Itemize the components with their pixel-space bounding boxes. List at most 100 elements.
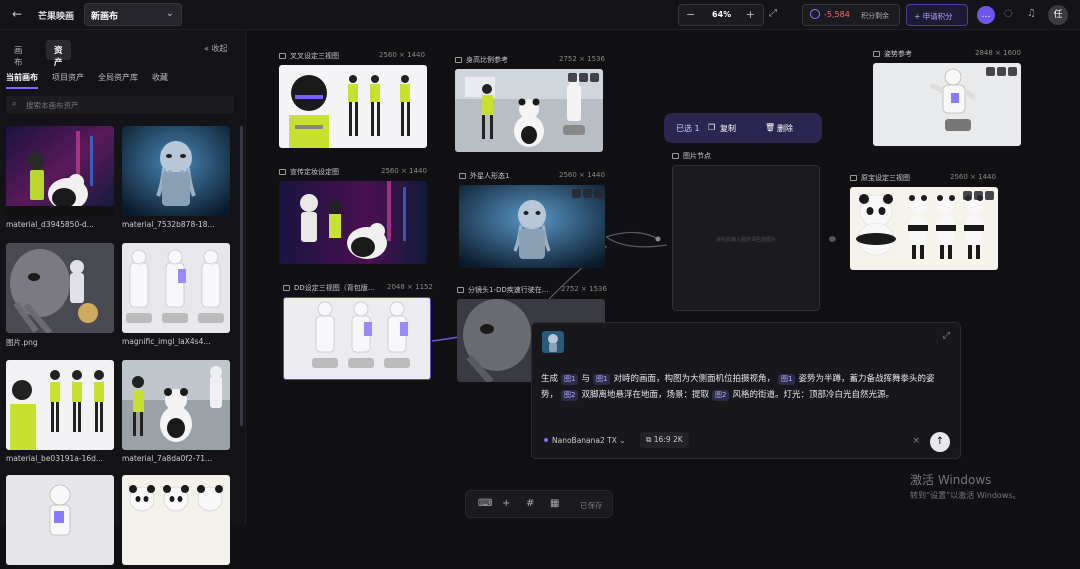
asset-thumbnail: [122, 243, 230, 333]
tab-assets[interactable]: 资产: [46, 40, 71, 68]
connector-dot[interactable]: [829, 236, 835, 242]
top-bar: ← 芒果映画 新画布 ⌄ − 64% + ⤢ -5,584 积分剩余 + 申请积…: [0, 0, 1080, 30]
clear-button[interactable]: ×: [912, 436, 920, 446]
image-icon: [672, 153, 679, 159]
node-dimensions: 2848 × 1600: [975, 49, 1021, 57]
empty-node-hint: 请在此输入提示词生成图片: [715, 237, 776, 243]
zoom-out-button[interactable]: −: [686, 8, 695, 21]
apply-credits-button[interactable]: + 申请积分: [906, 4, 968, 26]
image-node[interactable]: 叉叉设定三视图 2560 × 1440: [279, 51, 427, 155]
node-title: 姿势参考: [873, 49, 912, 61]
copy-button[interactable]: 复制: [720, 123, 736, 134]
sidebar-scrollbar[interactable]: [240, 126, 243, 426]
chevron-down-icon: ⌄: [165, 8, 174, 19]
asset-item[interactable]: [6, 475, 114, 569]
chat-icon[interactable]: …: [977, 6, 995, 24]
asset-item[interactable]: material_7a8da0f2-71...: [122, 360, 230, 463]
prompt-panel: ⤢ 生成 图1 与图1 对峙的画面，构图为大侧面机位拍摄视角， 图1 姿势为半蹲，蓄力备战…: [531, 322, 961, 459]
avatar[interactable]: 任: [1048, 5, 1068, 25]
more-icon[interactable]: [590, 73, 599, 82]
credits-value: -5,584: [824, 10, 850, 19]
more-icon[interactable]: [594, 189, 603, 198]
expand-icon[interactable]: ⤢: [943, 331, 950, 341]
image-icon: [279, 169, 286, 175]
empty-image-node[interactable]: 请在此输入提示词生成图片: [672, 165, 820, 311]
image-icon: [455, 57, 462, 63]
asset-item[interactable]: 图片.png: [6, 243, 114, 348]
subtab-project-assets[interactable]: 项目资产: [52, 72, 84, 83]
subtab-global-library[interactable]: 全局资产库: [98, 72, 138, 83]
fit-screen-icon[interactable]: ⤢: [769, 8, 777, 19]
keyboard-icon[interactable]: ⌨: [478, 498, 492, 509]
asset-item[interactable]: material_d3945850-d...: [6, 126, 114, 229]
canvas-area[interactable]: 叉叉设定三视图 2560 × 1440 身高比例参考 2752 × 1536 姿…: [247, 31, 1080, 525]
image-icon: [873, 51, 880, 57]
selected-count: 已选 1: [676, 124, 700, 133]
expand-icon[interactable]: [997, 67, 1006, 76]
help-icon[interactable]: ◌: [1004, 8, 1013, 19]
delete-button[interactable]: 删除: [777, 123, 793, 134]
image-node[interactable]: 宣传定妆设定图 2560 × 1440: [279, 167, 427, 267]
download-icon[interactable]: [572, 189, 581, 198]
image-node[interactable]: 身高比例参考 2752 × 1536: [455, 55, 605, 155]
credits-label: 积分剩余: [861, 12, 889, 20]
image-reference-tag[interactable]: 图1: [593, 374, 611, 385]
canvas-selector[interactable]: 新画布 ⌄: [84, 3, 182, 26]
image-node[interactable]: 姿势参考 2848 × 1600: [873, 49, 1021, 149]
node-image: [279, 181, 427, 264]
expand-icon[interactable]: [579, 73, 588, 82]
image-reference-tag[interactable]: 图1: [561, 374, 579, 385]
back-icon[interactable]: ←: [12, 7, 22, 21]
asset-sidebar: 画布 资产 « 收起 当前画布 项目资产 全局资产库 收藏 ⌕ 搜索本画布资产 …: [0, 30, 246, 565]
asset-search-input[interactable]: [26, 98, 226, 112]
download-icon[interactable]: [986, 67, 995, 76]
asset-caption: material_be03191a-16d...: [6, 454, 104, 463]
node-dimensions: 2560 × 1440: [950, 173, 996, 181]
download-icon[interactable]: [963, 191, 972, 200]
collapse-button[interactable]: « 收起: [204, 43, 227, 54]
prompt-text[interactable]: 生成 图1 与图1 对峙的画面，构图为大侧面机位拍摄视角， 图1 姿势为半蹲，蓄力备战挥舞…: [541, 371, 951, 403]
ratio-selector[interactable]: ⧉ 16:9 2K: [640, 432, 689, 448]
zoom-in-button[interactable]: +: [746, 8, 755, 21]
image-reference-tag[interactable]: 图2: [712, 390, 730, 401]
send-button[interactable]: ↑: [930, 432, 950, 452]
add-icon[interactable]: +: [502, 498, 510, 509]
model-dot-icon: [544, 438, 548, 442]
more-icon[interactable]: [985, 191, 994, 200]
search-icon: ⌕: [12, 99, 17, 108]
node-title: 图片节点: [672, 151, 711, 163]
apply-credits-label: + 申请积分: [914, 12, 953, 21]
canvas-name: 新画布: [91, 12, 119, 22]
bottom-toolbar: ⌨ + # ▦ 已保存: [465, 490, 613, 518]
expand-icon[interactable]: [583, 189, 592, 198]
download-icon[interactable]: [568, 73, 577, 82]
node-image: [279, 65, 427, 148]
image-node[interactable]: 外星人形态1 2560 × 1440: [459, 171, 607, 271]
asset-thumbnail: [122, 475, 230, 565]
image-reference-tag[interactable]: 图2: [561, 390, 579, 401]
image-icon: [457, 287, 464, 293]
image-node[interactable]: 原宝设定三视图 2560 × 1440: [850, 173, 998, 273]
ratio-value: 16:9 2K: [653, 435, 683, 444]
tab-canvas[interactable]: 画布: [6, 40, 31, 68]
image-node[interactable]: DD设定三视图（背包版... 2048 × 1152: [283, 283, 433, 383]
asset-thumbnail: [122, 126, 230, 216]
asset-item[interactable]: magnific_imgl_laX4s4...: [122, 243, 230, 346]
more-icon[interactable]: [1008, 67, 1017, 76]
image-icon: [850, 175, 857, 181]
image-icon: [459, 173, 466, 179]
bell-icon[interactable]: ♫: [1027, 8, 1036, 19]
subtab-current-canvas[interactable]: 当前画布: [6, 72, 38, 89]
asset-item[interactable]: material_7532b878-18...: [122, 126, 230, 229]
reference-thumbnail[interactable]: [542, 331, 564, 353]
coin-icon: [810, 9, 820, 19]
subtab-favorites[interactable]: 收藏: [152, 72, 168, 83]
asset-item[interactable]: [122, 475, 230, 569]
image-reference-tag[interactable]: 图1: [777, 374, 796, 385]
layout-icon[interactable]: ▦: [550, 498, 559, 509]
model-selector[interactable]: NanoBanana2 TX ⌄: [544, 436, 626, 445]
asset-caption: 图片.png: [6, 338, 38, 347]
expand-icon[interactable]: [974, 191, 983, 200]
asset-item[interactable]: material_be03191a-16d...: [6, 360, 114, 463]
grid-icon[interactable]: #: [526, 498, 534, 509]
